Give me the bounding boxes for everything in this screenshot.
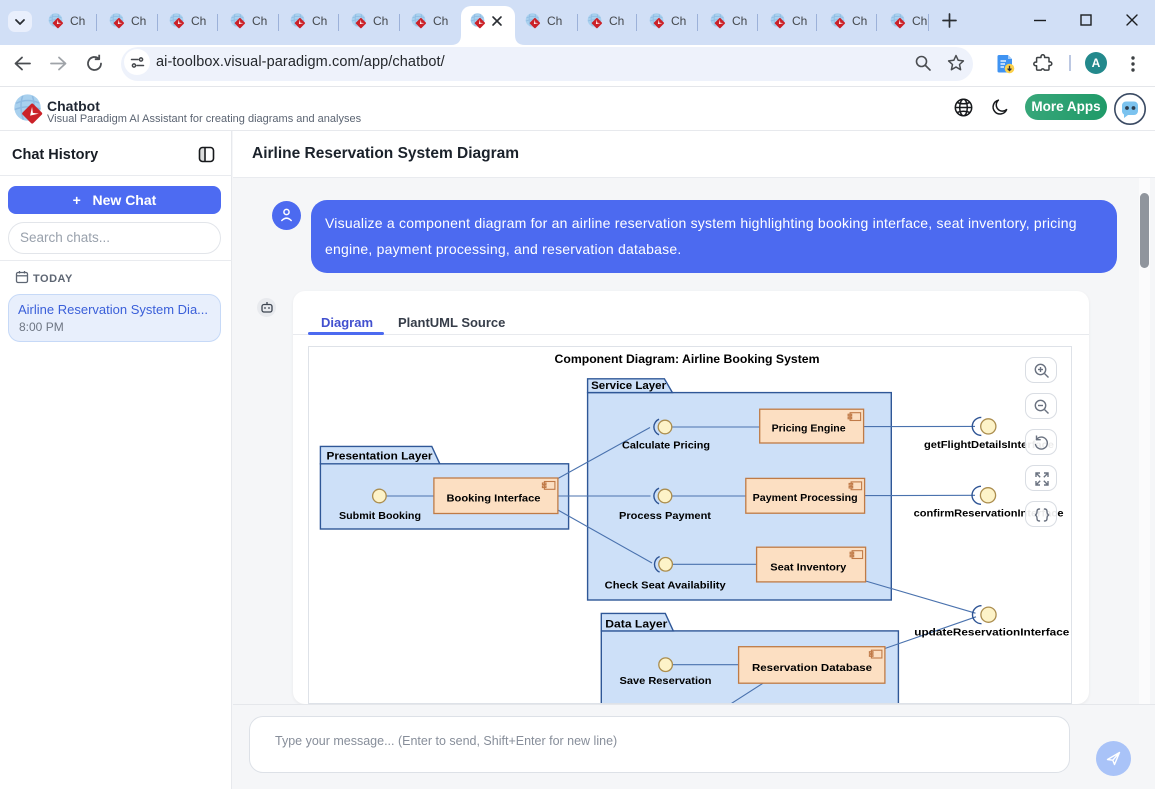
svg-text:Save Reservation: Save Reservation bbox=[620, 675, 712, 687]
svg-text:Service Layer: Service Layer bbox=[591, 380, 667, 392]
svg-text:Presentation Layer: Presentation Layer bbox=[327, 451, 434, 463]
svg-text:Calculate Pricing: Calculate Pricing bbox=[622, 440, 710, 452]
svg-text:Seat Inventory: Seat Inventory bbox=[770, 562, 846, 574]
svg-text:Data Layer: Data Layer bbox=[605, 618, 668, 630]
svg-text:Check Seat Availability: Check Seat Availability bbox=[605, 580, 726, 592]
svg-text:updateReservationInterface: updateReservationInterface bbox=[914, 626, 1069, 638]
svg-text:Component Diagram: Airline Boo: Component Diagram: Airline Booking Syste… bbox=[555, 354, 820, 366]
svg-text:Submit Booking: Submit Booking bbox=[339, 510, 421, 522]
svg-text:Reservation Database: Reservation Database bbox=[752, 662, 872, 674]
svg-text:Pricing Engine: Pricing Engine bbox=[772, 423, 846, 435]
svg-text:Booking Interface: Booking Interface bbox=[447, 493, 541, 505]
svg-text:Payment Processing: Payment Processing bbox=[753, 492, 858, 504]
svg-text:Process Payment: Process Payment bbox=[619, 510, 712, 522]
